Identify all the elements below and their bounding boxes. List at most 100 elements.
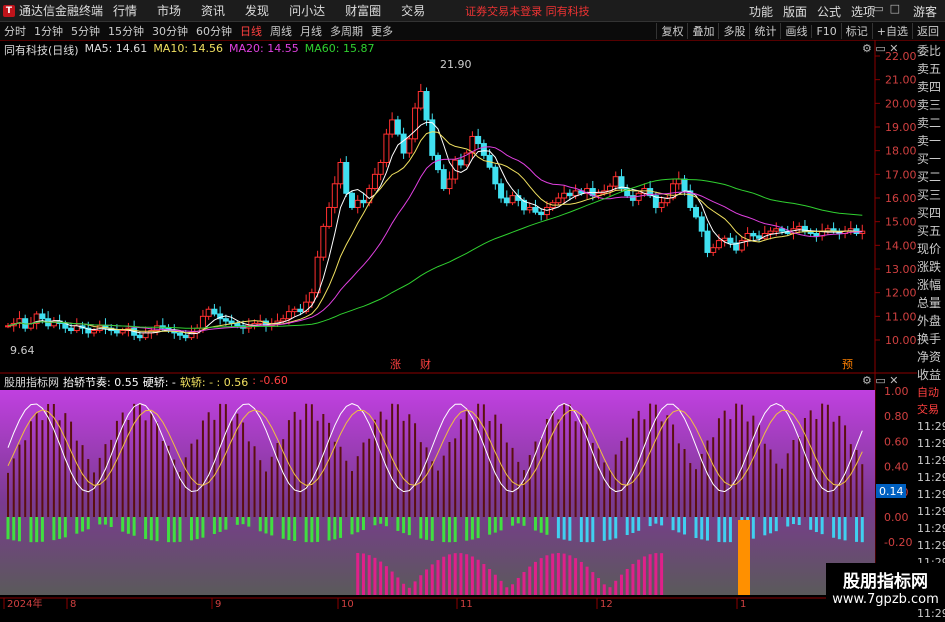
trade-label-1[interactable]: 交易 <box>917 401 945 418</box>
period-tab-2[interactable]: 5分钟 <box>71 23 100 39</box>
period-tab-1[interactable]: 1分钟 <box>34 23 63 39</box>
price-tick-5: 17.00 <box>885 168 917 181</box>
candle-body-72 <box>417 91 424 109</box>
tool-button-0[interactable]: 复权 <box>656 23 687 39</box>
low-label: 9.64 <box>10 344 35 357</box>
period-tab-5[interactable]: 60分钟 <box>196 23 232 39</box>
tool-button-5[interactable]: F10 <box>811 24 840 38</box>
event-mark-2[interactable]: 财 <box>420 357 431 371</box>
event-mark-3[interactable]: 预 <box>842 358 853 371</box>
tool-button-2[interactable]: 多股 <box>718 23 749 39</box>
candle-body-30 <box>177 332 183 336</box>
candle-body-135 <box>779 228 785 232</box>
quote-label-18: 收益 <box>917 368 942 382</box>
right-menu-item-2[interactable]: 公式 <box>817 3 841 20</box>
period-tab-0[interactable]: 分时 <box>4 23 26 39</box>
candle-body-58 <box>337 162 344 185</box>
menu-item-0[interactable]: 行情 <box>113 2 137 19</box>
candle-body-67 <box>389 119 396 135</box>
period-tab-9[interactable]: 多周期 <box>330 23 363 39</box>
candle-body-54 <box>314 256 321 294</box>
candle-body-97 <box>561 192 568 199</box>
quote-label-12: 涨跌 <box>917 260 942 274</box>
tool-button-3[interactable]: 统计 <box>749 23 780 39</box>
price-tick-4: 18.00 <box>885 145 917 158</box>
kline-chart[interactable]: 22.0021.0020.0019.0018.0017.0016.0015.00… <box>0 40 917 609</box>
candle-body-121 <box>698 216 705 232</box>
menu-item-6[interactable]: 交易 <box>401 2 425 19</box>
quote-label-8: 买三 <box>917 188 942 202</box>
candle-body-83 <box>480 143 487 156</box>
period-tab-6[interactable]: 日线 <box>240 23 262 39</box>
candle-body-133 <box>767 230 774 234</box>
indicator-t3: 软轿: - : 0.56 <box>179 376 249 389</box>
quote-labels: 委比 卖五 卖四 卖三 卖二 卖一 买一 买二 买三 买四 买五 现价 涨跌 涨幅 总量 外盘 换手 净资 收益 <box>917 42 945 384</box>
guest-link[interactable]: 游客 <box>913 3 937 20</box>
event-mark-1[interactable]: 涨 <box>390 358 401 371</box>
candle-body-134 <box>773 228 780 232</box>
candle-body-23 <box>136 334 143 339</box>
menu-item-5[interactable]: 财富圈 <box>345 2 381 19</box>
ind-tick-5: 0.00 <box>884 511 909 524</box>
indicator-t2: 硬轿: - <box>142 376 176 389</box>
candle-body-86 <box>498 183 505 199</box>
price-tick-6: 16.00 <box>885 192 917 205</box>
right-menu-item-0[interactable]: 功能 <box>749 3 773 20</box>
period-tab-4[interactable]: 30分钟 <box>152 23 188 39</box>
panel-controls[interactable]: ⚙ ▭ ✕ <box>862 42 898 55</box>
period-tab-7[interactable]: 周线 <box>270 23 292 39</box>
candle-body-15 <box>91 330 97 334</box>
period-bar: 分时 1分钟 5分钟 15分钟 30分钟 60分钟 日线 周线 月线 多周期 更多 复权 叠加 多股 统计… <box>0 22 945 41</box>
candle-body-31 <box>182 334 189 339</box>
quote-label-10: 买五 <box>917 224 942 238</box>
logo-icon: T <box>3 4 15 17</box>
period-tab-3[interactable]: 15分钟 <box>108 23 144 39</box>
candle-body-62 <box>360 199 367 204</box>
tool-button-1[interactable]: 叠加 <box>687 23 718 39</box>
trade-label-0[interactable]: 自动 <box>917 384 945 401</box>
period-tab-8[interactable]: 月线 <box>300 23 322 39</box>
menu-item-2[interactable]: 资讯 <box>201 2 225 19</box>
candle-body-76 <box>440 169 447 190</box>
candle-body-71 <box>412 107 419 140</box>
restore-icon[interactable]: □ <box>890 2 900 15</box>
candle-body-68 <box>394 119 401 135</box>
quote-label-1: 卖五 <box>917 62 942 76</box>
right-menu-item-1[interactable]: 版面 <box>783 3 807 20</box>
tool-button-7[interactable]: +自选 <box>871 23 912 39</box>
candle-body-94 <box>543 206 550 216</box>
price-tick-3: 19.00 <box>885 121 917 134</box>
menu-item-1[interactable]: 市场 <box>157 2 181 19</box>
candle-body-85 <box>492 166 499 185</box>
date-label-1: 8 <box>70 599 76 609</box>
indicator-controls[interactable]: ⚙ ▭ ✕ <box>862 374 898 387</box>
candle-body-130 <box>750 233 757 237</box>
candle-body-73 <box>423 91 430 121</box>
trade-label-7: 11:29 <box>917 505 945 518</box>
tool-button-6[interactable]: 标记 <box>840 23 872 39</box>
date-label-2: 9 <box>215 599 221 609</box>
candle-body-78 <box>452 159 459 180</box>
indicator-name: 股朋指标网 <box>4 376 59 389</box>
menu-item-3[interactable]: 发现 <box>245 2 269 19</box>
quote-label-14: 总量 <box>917 296 942 310</box>
price-tick-11: 11.00 <box>885 310 917 323</box>
login-warning[interactable]: 证券交易未登录 同有科技 <box>465 3 590 19</box>
candle-body-53 <box>308 292 315 303</box>
candle-body-91 <box>526 206 533 211</box>
period-tab-10[interactable]: 更多 <box>371 23 393 39</box>
ma5-label: MA5: 14.61 <box>84 42 148 55</box>
menu-item-4[interactable]: 问小达 <box>289 2 325 19</box>
stock-title: 同有科技(日线) <box>4 44 79 57</box>
tool-button-4[interactable]: 画线 <box>780 23 811 39</box>
stock-title-row: 同有科技(日线) MA5: 14.61 MA10: 14.56 MA20: 14… <box>4 42 380 58</box>
minimize-icon[interactable]: ▭ <box>873 2 883 15</box>
candle-body-48 <box>280 318 287 322</box>
quote-label-3: 卖三 <box>917 98 942 112</box>
tool-button-8[interactable]: 返回 <box>912 23 943 39</box>
candle-body-50 <box>291 308 298 313</box>
chart-tools: 复权 叠加 多股 统计 画线 F10 标记 +自选 返回 <box>656 22 943 40</box>
candle-body-118 <box>681 178 688 192</box>
candle-body-59 <box>343 162 350 194</box>
candle-body-40 <box>234 322 241 327</box>
